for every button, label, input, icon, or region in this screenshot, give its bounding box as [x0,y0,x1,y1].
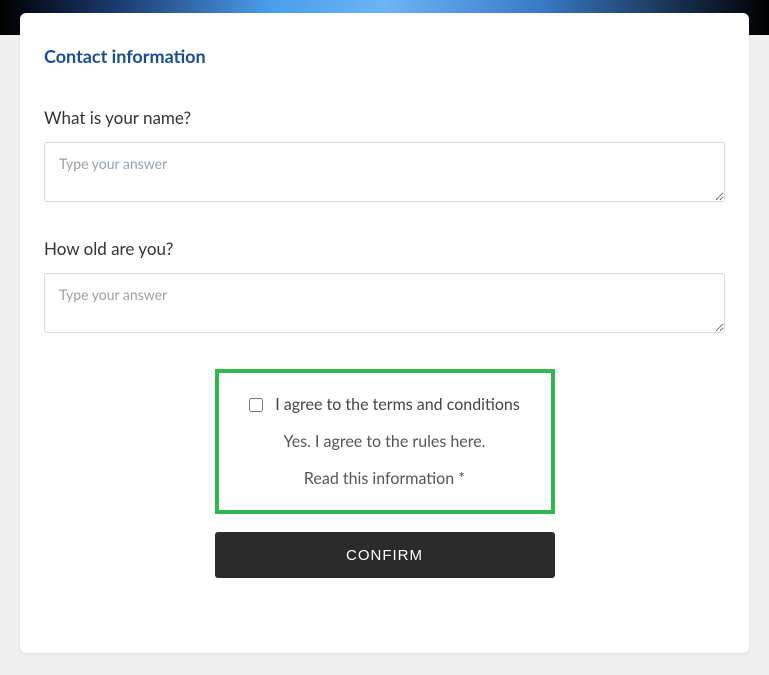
age-label: How old are you? [44,238,725,259]
form-card: Contact information What is your name? H… [20,13,749,653]
consent-link[interactable]: Read this information * [249,469,521,488]
section-title: Contact information [44,45,725,67]
consent-checkbox[interactable] [249,398,263,412]
consent-row: I agree to the terms and conditions [249,395,521,414]
name-label: What is your name? [44,107,725,128]
consent-subtext: Yes. I agree to the rules here. [249,432,521,451]
consent-box: I agree to the terms and conditions Yes.… [215,369,555,514]
name-field-group: What is your name? [44,107,725,206]
consent-label: I agree to the terms and conditions [275,395,520,414]
name-input[interactable] [44,142,725,202]
age-input[interactable] [44,273,725,333]
age-field-group: How old are you? [44,238,725,337]
confirm-button[interactable]: CONFIRM [215,532,555,578]
